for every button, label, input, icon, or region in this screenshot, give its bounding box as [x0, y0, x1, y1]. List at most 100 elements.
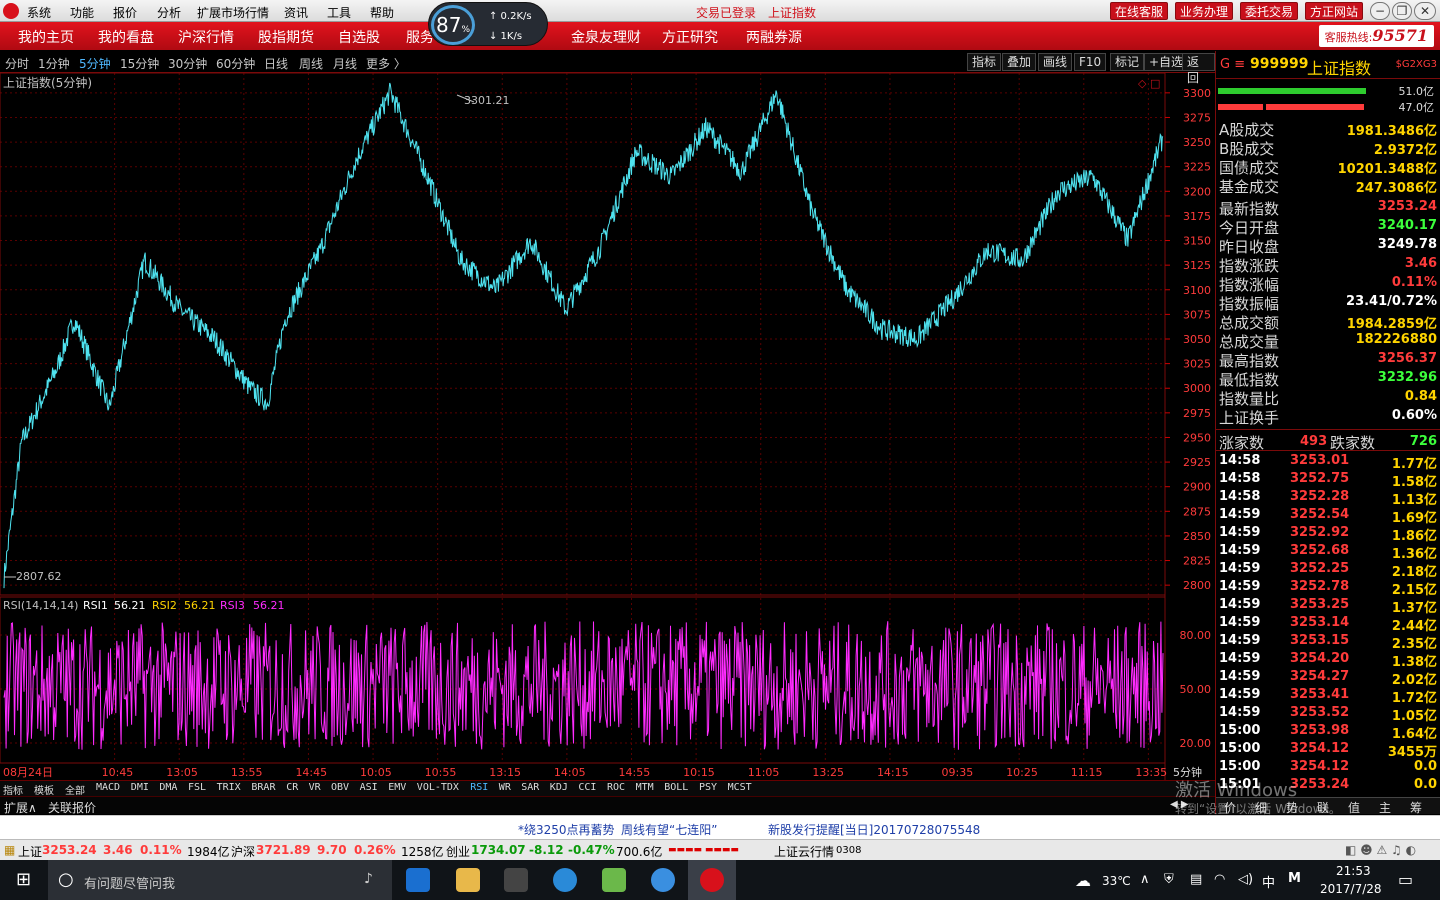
period-tab[interactable]: 月线 — [333, 55, 357, 72]
business-button[interactable]: 业务办理 — [1175, 2, 1234, 20]
indicator-tab-boll[interactable]: BOLL — [664, 782, 688, 793]
period-more[interactable]: 更多 〉 — [366, 55, 406, 72]
news-item[interactable]: *绕3250点再蓄势 — [518, 821, 615, 838]
period-tab[interactable]: 分时 — [5, 55, 29, 72]
indicator-tab-dmi[interactable]: DMI — [131, 782, 149, 793]
tool-overlay[interactable]: 叠加 — [1002, 53, 1037, 71]
indicator-tab-rsi[interactable]: RSI — [470, 782, 488, 793]
founder-app-icon[interactable] — [700, 868, 724, 892]
tick-row[interactable]: 14:59 3252.68 1.36亿 — [1216, 543, 1440, 562]
nav-margin[interactable]: 两融券源 — [746, 27, 802, 47]
tick-row[interactable]: 14:59 3254.27 2.02亿 — [1216, 669, 1440, 688]
restore-icon[interactable]: ❐ — [1392, 2, 1412, 20]
hotline-badge[interactable]: 客服热线:95571 — [1318, 25, 1434, 47]
tray-mini-icons[interactable]: ◧ ☻ ⚠ ♫ ◐ — [1345, 843, 1416, 857]
network-icon[interactable]: ▤ — [1190, 872, 1202, 887]
tool-draw[interactable]: 画线 — [1038, 53, 1073, 71]
menu-help[interactable]: 帮助 — [370, 4, 394, 21]
menu-analysis[interactable]: 分析 — [157, 4, 181, 21]
nav-my-home[interactable]: 我的主页 — [18, 27, 74, 47]
tick-row[interactable]: 14:59 3254.20 1.38亿 — [1216, 651, 1440, 670]
indicator-tab-psy[interactable]: PSY — [699, 782, 717, 793]
clock-time[interactable]: 21:53 — [1336, 864, 1371, 878]
indicator-tab-asi[interactable]: ASI — [360, 782, 378, 793]
chart-settings-icon[interactable]: ◇ □ — [1138, 77, 1160, 90]
tick-row[interactable]: 14:59 3253.25 1.37亿 — [1216, 597, 1440, 616]
panel-tab[interactable]: 主 — [1379, 799, 1391, 816]
menu-extended-market[interactable]: 扩展市场行情 — [197, 4, 269, 21]
period-tab[interactable]: 15分钟 — [120, 55, 159, 72]
edge-icon[interactable] — [406, 868, 430, 892]
ime-mode-icon[interactable]: M — [1288, 871, 1301, 886]
weather-icon[interactable]: ☁ — [1075, 871, 1091, 890]
online-service-button[interactable]: 在线客服 — [1110, 2, 1169, 20]
minimize-icon[interactable]: − — [1370, 2, 1390, 20]
ime-indicator[interactable]: 中 — [1262, 872, 1275, 891]
tick-row[interactable]: 14:58 3252.75 1.58亿 — [1216, 471, 1440, 490]
volume-icon[interactable]: ◁) — [1238, 872, 1253, 887]
tick-row[interactable]: 15:00 3253.98 1.64亿 — [1216, 723, 1440, 742]
indicator-tab-wr[interactable]: WR — [499, 782, 511, 793]
nav-shsz-quotes[interactable]: 沪深行情 — [178, 27, 234, 47]
menu-tools[interactable]: 工具 — [327, 4, 351, 21]
indicator-tab-fsl[interactable]: FSL — [188, 782, 206, 793]
nav-research[interactable]: 方正研究 — [662, 27, 718, 47]
indicator-tab-macd[interactable]: MACD — [96, 782, 120, 793]
tick-row[interactable]: 14:59 3253.41 1.72亿 — [1216, 687, 1440, 706]
cloud-quote-label[interactable]: 上证云行情 — [774, 843, 834, 860]
windows-start-icon[interactable]: ⊞ — [16, 869, 31, 890]
menu-system[interactable]: 系统 — [27, 4, 51, 21]
ie-icon[interactable] — [651, 868, 675, 892]
browser-360-icon[interactable] — [553, 868, 577, 892]
indicator-tab-模板[interactable]: 模板 — [34, 782, 54, 797]
trade-button[interactable]: 委托交易 — [1240, 2, 1299, 20]
wifi-icon[interactable]: ◠ — [1214, 872, 1225, 887]
clock-date[interactable]: 2017/7/28 — [1320, 882, 1382, 896]
indicator-tab-vr[interactable]: VR — [309, 782, 321, 793]
active-app-slot[interactable] — [688, 860, 736, 900]
menu-info[interactable]: 资讯 — [284, 4, 308, 21]
tick-row[interactable]: 14:58 3252.28 1.13亿 — [1216, 489, 1440, 508]
network-gauge[interactable]: 87% ↑ 0.2K/s ↓ 1K/s — [428, 2, 548, 46]
indicator-tab-mtm[interactable]: MTM — [636, 782, 654, 793]
period-tab[interactable]: 日线 — [264, 55, 288, 72]
related-quotes-button[interactable]: 关联报价 — [48, 799, 96, 816]
indicator-tab-cci[interactable]: CCI — [578, 782, 596, 793]
menu-icon[interactable]: G ≡ — [1220, 57, 1245, 72]
panel-tab[interactable]: 值 — [1348, 799, 1360, 816]
store-icon[interactable] — [504, 868, 528, 892]
menu-function[interactable]: 功能 — [70, 4, 94, 21]
indicator-tab-vol-tdx[interactable]: VOL-TDX — [417, 782, 459, 793]
period-tab[interactable]: 60分钟 — [216, 55, 255, 72]
indicator-tab-emv[interactable]: EMV — [388, 782, 406, 793]
shield-icon[interactable]: ⛨ — [1164, 872, 1174, 887]
tick-row[interactable]: 14:59 3253.52 1.05亿 — [1216, 705, 1440, 724]
notifications-icon[interactable]: ▭ — [1398, 870, 1413, 889]
indicator-tab-全部[interactable]: 全部 — [65, 782, 85, 797]
news-item[interactable]: 周线有望“七连阳” — [621, 821, 717, 838]
tick-row[interactable]: 14:58 3253.01 1.77亿 — [1216, 453, 1440, 472]
tool-f10[interactable]: F10 — [1074, 53, 1107, 71]
tick-row[interactable]: 15:00 3254.12 0.0 — [1216, 759, 1440, 777]
news-item[interactable]: 新股发行提醒[当日]20170728075548 — [768, 821, 980, 838]
tick-row[interactable]: 14:59 3252.78 2.15亿 — [1216, 579, 1440, 598]
period-tab[interactable]: 周线 — [299, 55, 323, 72]
tick-row[interactable]: 14:59 3252.25 2.18亿 — [1216, 561, 1440, 580]
nav-index-futures[interactable]: 股指期货 — [258, 27, 314, 47]
indicator-tab-指标[interactable]: 指标 — [3, 782, 23, 797]
panel-tab[interactable]: 筹 — [1410, 799, 1422, 816]
sh-label[interactable]: 上证 — [18, 843, 42, 860]
nav-watchlist[interactable]: 自选股 — [338, 27, 380, 47]
period-tab[interactable]: 30分钟 — [168, 55, 207, 72]
indicator-tab-kdj[interactable]: KDJ — [550, 782, 568, 793]
indicator-tab-mcst[interactable]: MCST — [728, 782, 752, 793]
period-tab[interactable]: 1分钟 — [38, 55, 70, 72]
indicator-tab-roc[interactable]: ROC — [607, 782, 625, 793]
tool-mark[interactable]: 标记 — [1110, 53, 1145, 71]
cy-label[interactable]: 创业 — [446, 843, 470, 860]
indicator-tab-brar[interactable]: BRAR — [251, 782, 275, 793]
close-icon[interactable]: ✕ — [1414, 2, 1436, 20]
tool-back[interactable]: 返回 — [1182, 53, 1215, 85]
microphone-icon[interactable]: ♪ — [364, 871, 373, 887]
nav-my-watch[interactable]: 我的看盘 — [98, 27, 154, 47]
